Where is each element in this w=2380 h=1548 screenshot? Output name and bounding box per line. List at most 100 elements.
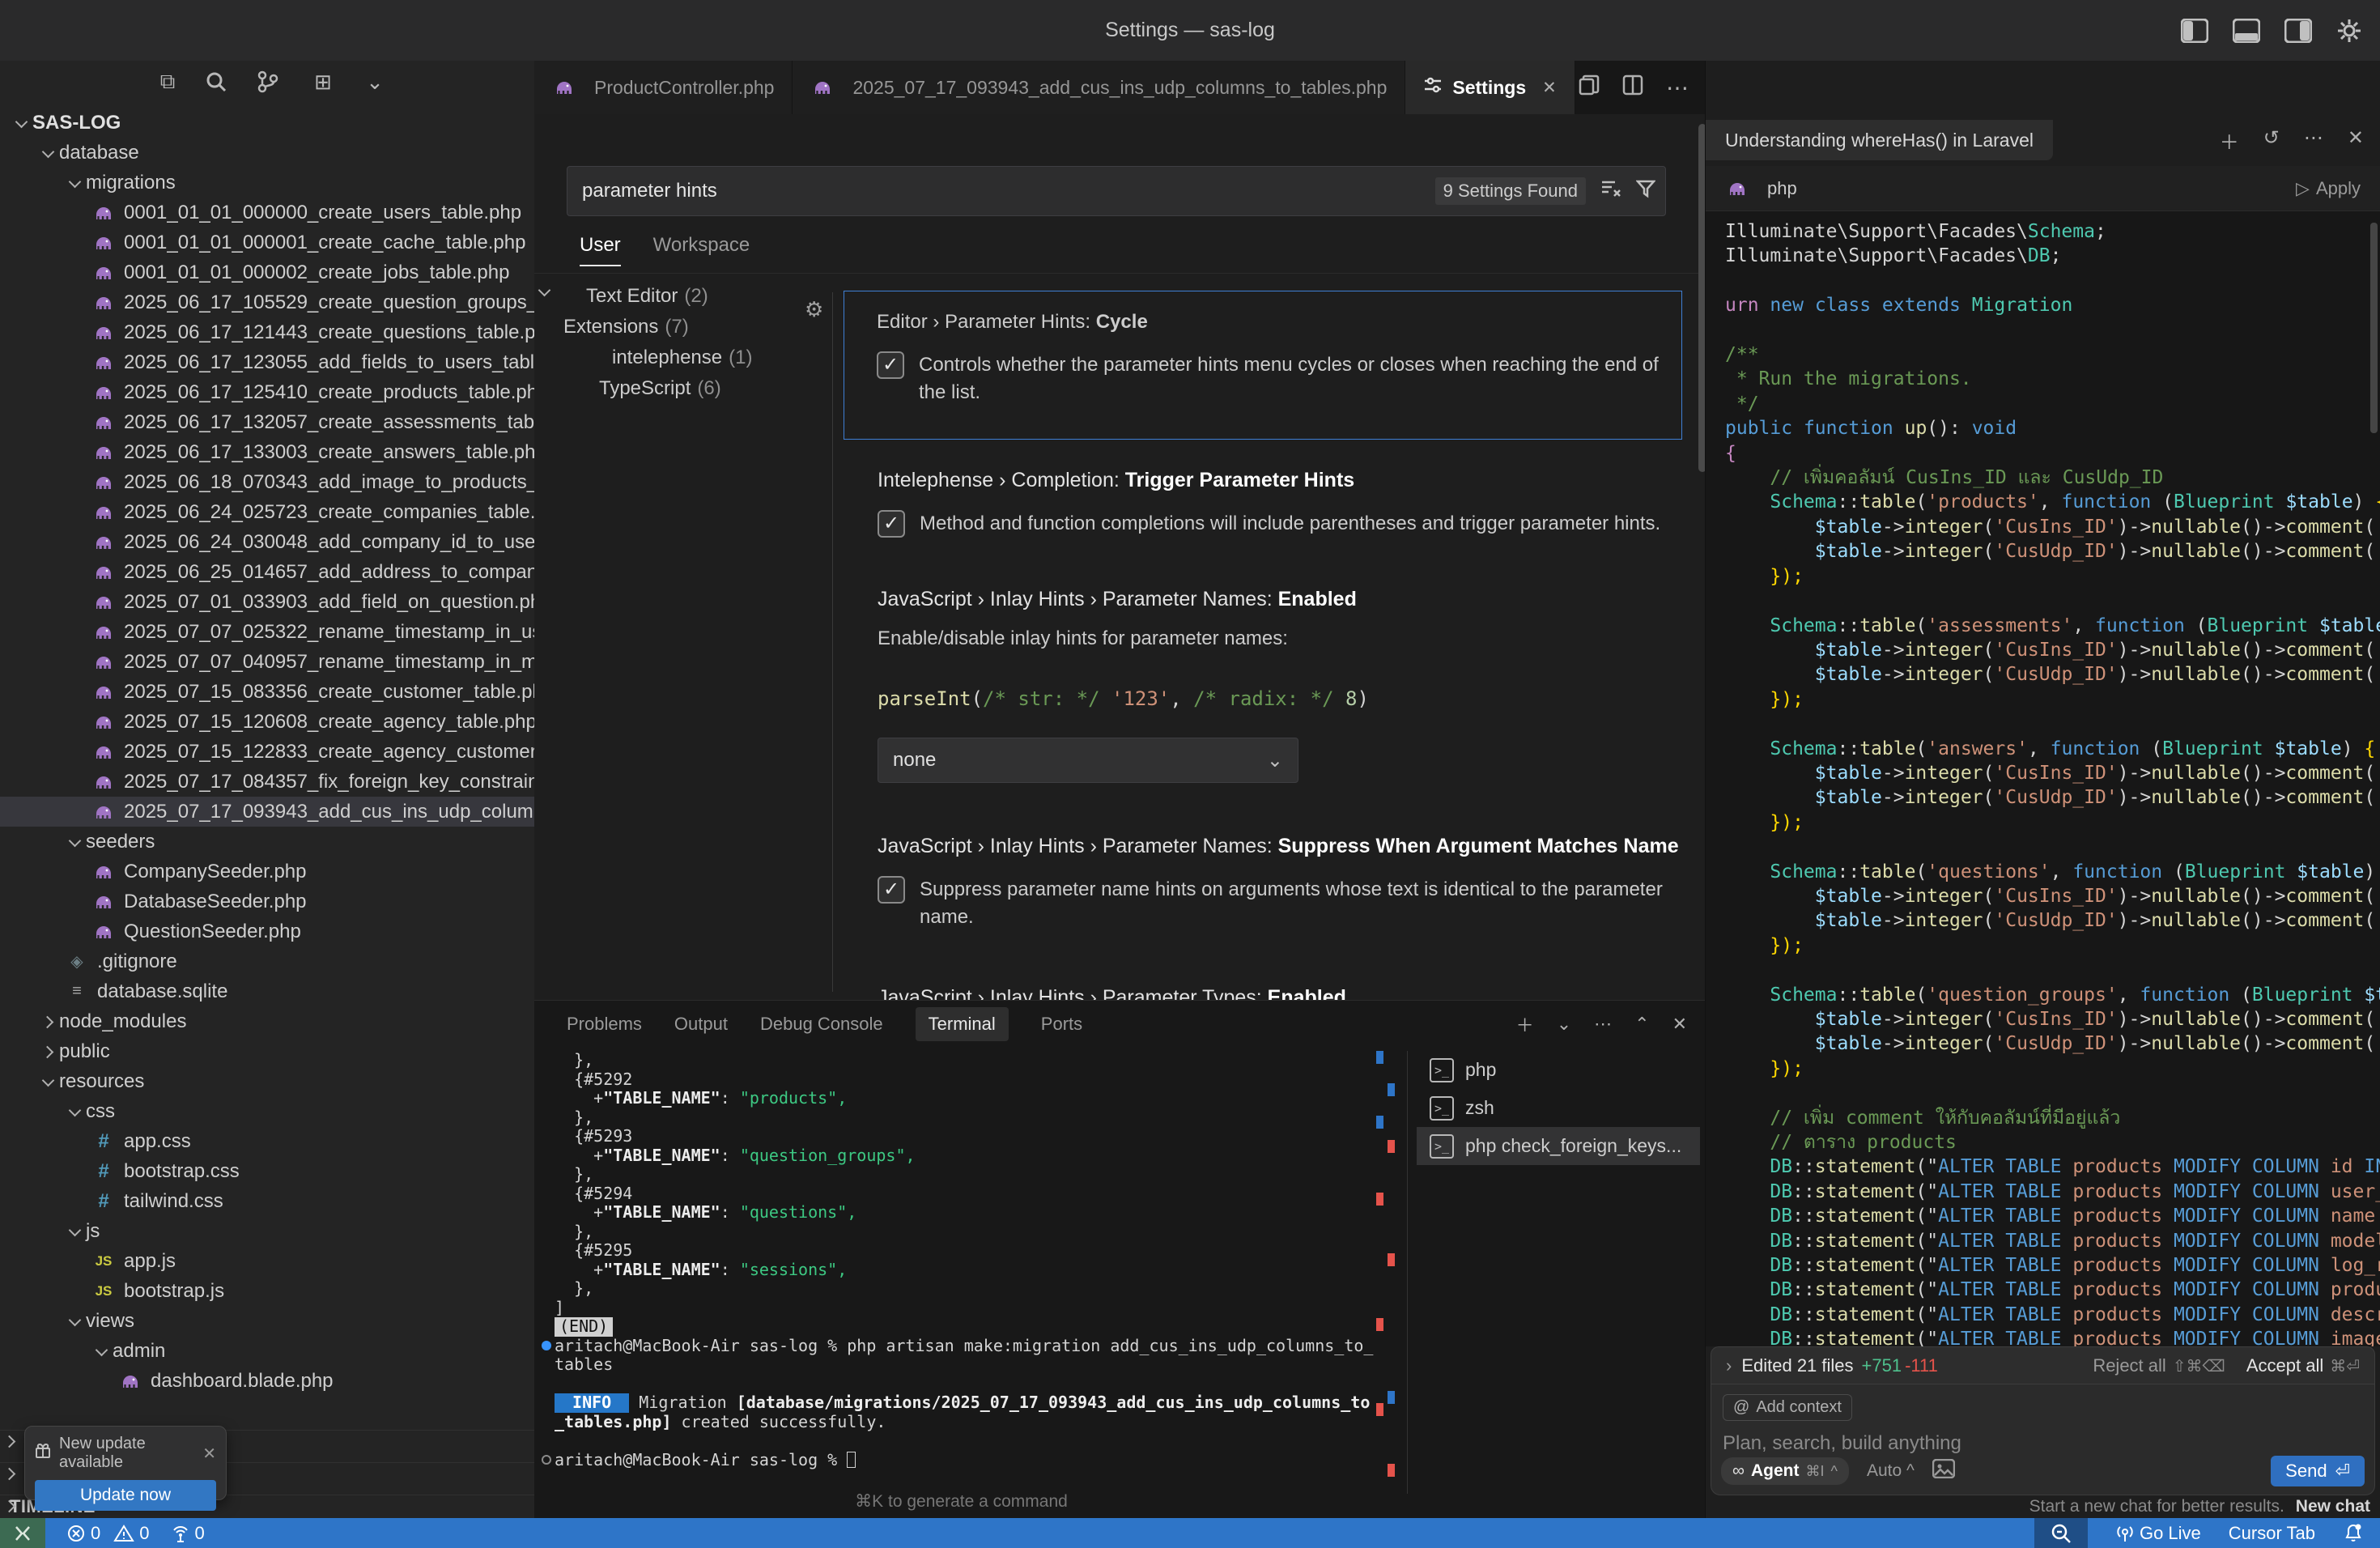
model-selector[interactable]: Auto ^ [1867, 1461, 1915, 1481]
close-panel-icon[interactable]: ✕ [1672, 1014, 1687, 1035]
setting-parameter-types-enabled[interactable]: JavaScript › Inlay Hints › Parameter Typ… [832, 986, 1698, 1000]
clear-filters-icon[interactable] [1600, 179, 1621, 204]
split-editor-icon[interactable] [1622, 74, 1643, 101]
attach-image-icon[interactable] [1932, 1459, 1955, 1484]
tree-item[interactable]: JSapp.js [0, 1246, 534, 1276]
close-panel-icon[interactable]: ✕ [2348, 126, 2364, 155]
tree-item[interactable]: CompanySeeder.php [0, 857, 534, 887]
tree-item[interactable]: seeders [0, 827, 534, 857]
tree-item[interactable]: views [0, 1306, 534, 1336]
tree-item[interactable]: JSbootstrap.js [0, 1276, 534, 1306]
accept-all-button[interactable]: Accept all⌘⏎ [2246, 1355, 2360, 1376]
search-icon[interactable] [206, 71, 233, 92]
checkbox-checked[interactable]: ✓ [878, 510, 905, 538]
panel-tab-output[interactable]: Output [674, 1014, 728, 1035]
scrollbar-thumb[interactable] [2370, 223, 2378, 433]
extensions-icon[interactable]: ⊞ [309, 70, 337, 95]
new-chat-link[interactable]: New chat [2296, 1497, 2370, 1516]
history-icon[interactable]: ↺ [2263, 126, 2280, 155]
toc-item[interactable]: TypeScript(6) [534, 373, 832, 404]
panel-tab-debug-console[interactable]: Debug Console [760, 1014, 883, 1035]
setting-parameter-names-enabled[interactable]: JavaScript › Inlay Hints › Parameter Nam… [832, 588, 1698, 783]
toggle-secondary-sidebar-icon[interactable] [2284, 19, 2312, 43]
add-context-button[interactable]: @ Add context [1723, 1394, 1852, 1421]
tree-item[interactable]: 2025_07_15_122833_create_agency_customer… [0, 737, 534, 767]
terminal-output[interactable]: }, {#5292 +"TABLE_NAME": "products", }, … [541, 1051, 1375, 1486]
panel-tab-problems[interactable]: Problems [567, 1014, 642, 1035]
terminal-dropdown-icon[interactable]: ⌄ [1557, 1014, 1571, 1035]
settings-gear-icon[interactable] [2336, 18, 2362, 44]
more-actions-icon[interactable]: ⋯ [1666, 74, 1689, 101]
tree-item[interactable]: admin [0, 1336, 534, 1366]
remote-indicator[interactable] [0, 1518, 45, 1548]
new-terminal-icon[interactable]: ＋ [1516, 1011, 1534, 1037]
ports-indicator[interactable]: 0 [171, 1523, 205, 1544]
panel-tab-ports[interactable]: Ports [1041, 1014, 1082, 1035]
chat-tab[interactable]: Understanding whereHas() in Laravel [1706, 120, 2053, 160]
setting-suppress-when-argument-matches[interactable]: JavaScript › Inlay Hints › Parameter Nam… [832, 835, 1698, 931]
views-chevron-icon[interactable]: ⌄ [361, 70, 389, 95]
tree-item[interactable]: 2025_06_24_030048_add_company_id_to_user… [0, 527, 534, 557]
tree-item[interactable]: 2025_06_17_105529_create_question_groups… [0, 287, 534, 317]
update-now-button[interactable]: Update now [35, 1480, 216, 1511]
tree-item[interactable]: 2025_06_17_133003_create_answers_table.p… [0, 437, 534, 467]
new-chat-icon[interactable]: ＋ [2220, 126, 2239, 155]
scope-workspace[interactable]: Workspace [653, 234, 750, 266]
zoom-indicator[interactable] [2034, 1518, 2088, 1548]
tree-item[interactable]: dashboard.blade.php [0, 1366, 534, 1396]
go-live-button[interactable]: Go Live [2115, 1523, 2201, 1544]
chat-input-box[interactable]: @ Add context Plan, search, build anythi… [1711, 1384, 2375, 1495]
tree-item[interactable]: 0001_01_01_000000_create_users_table.php [0, 198, 534, 228]
tree-item[interactable]: DatabaseSeeder.php [0, 887, 534, 916]
toggle-sidebar-icon[interactable] [2181, 19, 2208, 43]
reject-all-button[interactable]: Reject all⇧⌘⌫ [2093, 1355, 2225, 1376]
tab-migration-file[interactable]: 2025_07_17_093943_add_cus_ins_udp_column… [793, 61, 1405, 114]
open-changes-icon[interactable] [1579, 74, 1600, 101]
more-actions-icon[interactable]: ⋯ [2304, 126, 2323, 155]
tab-productcontroller[interactable]: ProductController.php [534, 61, 793, 114]
tree-item[interactable]: #tailwind.css [0, 1186, 534, 1216]
tree-item[interactable]: ≡database.sqlite [0, 976, 534, 1006]
toggle-panel-icon[interactable] [2233, 19, 2260, 43]
tree-item[interactable]: 2025_06_24_025723_create_companies_table… [0, 497, 534, 527]
tree-item[interactable]: public [0, 1036, 534, 1066]
tree-item[interactable]: 2025_06_17_121443_create_questions_table… [0, 317, 534, 347]
cursor-tab-indicator[interactable]: Cursor Tab [2229, 1523, 2315, 1544]
tree-item[interactable]: 0001_01_01_000001_create_cache_table.php [0, 228, 534, 257]
more-actions-icon[interactable]: ⋯ [1594, 1014, 1612, 1035]
tree-item[interactable]: 2025_07_17_084357_fix_foreign_key_constr… [0, 767, 534, 797]
panel-tab-terminal[interactable]: Terminal [916, 1007, 1009, 1041]
scope-user[interactable]: User [580, 234, 621, 266]
source-control-icon[interactable] [257, 70, 285, 93]
tree-item[interactable]: 2025_07_15_083356_create_customer_table.… [0, 677, 534, 707]
checkbox-checked[interactable]: ✓ [878, 876, 905, 904]
tree-item[interactable]: 2025_07_17_093943_add_cus_ins_udp_column… [0, 797, 534, 827]
chat-input-placeholder[interactable]: Plan, search, build anything [1723, 1432, 2363, 1455]
apply-button[interactable]: ▷ Apply [2296, 178, 2361, 199]
tree-item[interactable]: 2025_07_01_033903_add_field_on_question.… [0, 587, 534, 617]
tree-item[interactable]: QuestionSeeder.php [0, 916, 534, 946]
tree-item[interactable]: 2025_06_25_014657_add_address_to_compani… [0, 557, 534, 587]
tree-item[interactable]: css [0, 1096, 534, 1126]
tree-item[interactable]: #app.css [0, 1126, 534, 1156]
tree-item[interactable]: resources [0, 1066, 534, 1096]
tree-item[interactable]: 2025_06_17_123055_add_fields_to_users_ta… [0, 347, 534, 377]
toc-item[interactable]: Text Editor(2) [534, 281, 832, 312]
tree-item[interactable]: ◈.gitignore [0, 946, 534, 976]
tree-item[interactable]: node_modules [0, 1006, 534, 1036]
terminal-session-php[interactable]: >_php check_foreign_keys... [1417, 1127, 1700, 1165]
toast-close-icon[interactable]: ✕ [202, 1444, 216, 1464]
setting-trigger-parameter-hints[interactable]: Intelephense › Completion: Trigger Param… [832, 469, 1698, 538]
checkbox-checked[interactable]: ✓ [877, 351, 904, 379]
tree-item[interactable]: js [0, 1216, 534, 1246]
terminal-session-php[interactable]: >_php [1417, 1051, 1700, 1089]
maximize-panel-icon[interactable]: ⌃ [1634, 1014, 1649, 1035]
toc-item[interactable]: Extensions(7) [534, 312, 832, 342]
setting-cycle[interactable]: Editor › Parameter Hints: Cycle ✓ Contro… [844, 291, 1682, 440]
tree-item[interactable]: #bootstrap.css [0, 1156, 534, 1186]
tree-item[interactable]: 2025_07_15_120608_create_agency_table.ph… [0, 707, 534, 737]
notifications-bell-icon[interactable] [2343, 1523, 2364, 1544]
tree-item[interactable]: 2025_06_18_070343_add_image_to_products_… [0, 467, 534, 497]
tree-item[interactable]: 2025_06_17_125410_create_products_table.… [0, 377, 534, 407]
settings-search-box[interactable]: parameter hints 9 Settings Found [567, 166, 1666, 216]
